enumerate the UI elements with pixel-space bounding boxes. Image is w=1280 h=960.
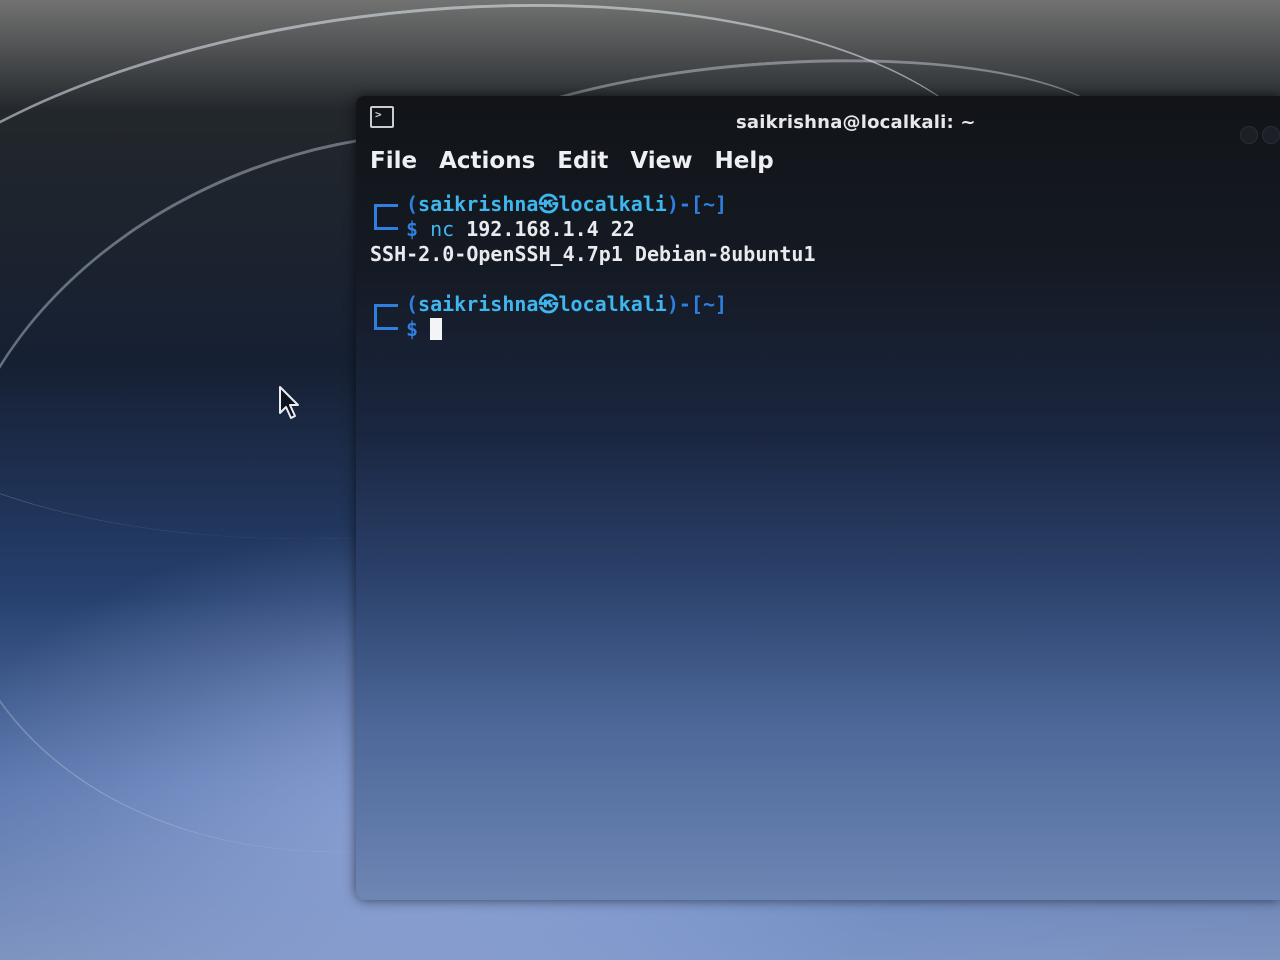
prompt-header: (saikrishna㉿localkali)-[~] xyxy=(370,292,1270,317)
prompt-header: (saikrishna㉿localkali)-[~] xyxy=(370,192,1270,217)
prompt-host: localkali xyxy=(558,292,667,316)
prompt-block: (saikrishna㉿localkali)-[~] $ xyxy=(370,292,1270,342)
prompt-block: (saikrishna㉿localkali)-[~] $ nc 192.168.… xyxy=(370,192,1270,242)
prompt-bracket-icon xyxy=(374,204,398,230)
prompt-bracket-icon xyxy=(374,304,398,330)
prompt-dollar: $ xyxy=(406,217,419,241)
title-bar[interactable]: > saikrishna@localkali: ~ xyxy=(356,96,1280,144)
monitor-glare xyxy=(0,0,1280,110)
command-output: SSH-2.0-OpenSSH_4.7p1 Debian-8ubuntu1 xyxy=(370,242,816,266)
window-title: saikrishna@localkali: ~ xyxy=(736,112,976,133)
menu-help[interactable]: Help xyxy=(714,146,773,176)
menu-actions[interactable]: Actions xyxy=(439,146,535,176)
prompt-at-symbol: ㉿ xyxy=(538,192,559,216)
menu-edit[interactable]: Edit xyxy=(557,146,608,176)
prompt-user: saikrishna xyxy=(418,192,539,216)
text-cursor xyxy=(430,318,443,340)
prompt-dollar: $ xyxy=(406,317,419,341)
minimize-button[interactable] xyxy=(1240,126,1258,144)
mouse-pointer-icon xyxy=(279,386,299,419)
terminal-icon[interactable]: > xyxy=(370,106,394,128)
menu-bar: File Actions Edit View Help xyxy=(370,146,774,176)
menu-file[interactable]: File xyxy=(370,146,417,176)
command-line: $ nc 192.168.1.4 22 xyxy=(370,217,1270,242)
maximize-button[interactable] xyxy=(1262,126,1280,144)
command-args: 192.168.1.4 22 xyxy=(454,217,635,241)
prompt-at-symbol: ㉿ xyxy=(538,292,559,316)
input-line[interactable]: $ xyxy=(370,317,1270,342)
terminal-output[interactable]: (saikrishna㉿localkali)-[~] $ nc 192.168.… xyxy=(370,192,1270,342)
menu-view[interactable]: View xyxy=(630,146,692,176)
terminal-window[interactable]: > saikrishna@localkali: ~ File Actions E… xyxy=(356,96,1280,900)
prompt-open: ( xyxy=(406,192,419,216)
command-name: nc xyxy=(430,217,455,241)
prompt-user: saikrishna xyxy=(418,292,539,316)
desktop: > saikrishna@localkali: ~ File Actions E… xyxy=(0,0,1280,960)
prompt-open: ( xyxy=(406,292,419,316)
prompt-close: )-[~] xyxy=(666,292,728,316)
prompt-close: )-[~] xyxy=(666,192,728,216)
prompt-host: localkali xyxy=(558,192,667,216)
